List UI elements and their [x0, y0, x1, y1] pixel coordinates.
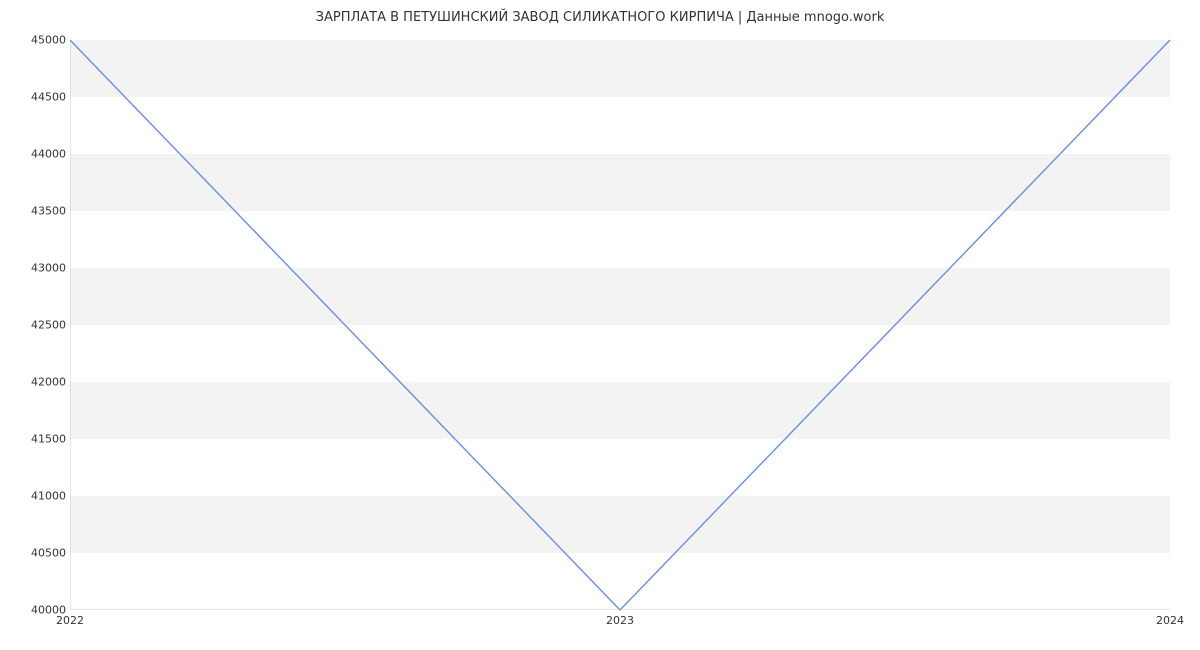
chart-container: ЗАРПЛАТА В ПЕТУШИНСКИЙ ЗАВОД СИЛИКАТНОГО…	[0, 0, 1200, 650]
x-tick-label: 2024	[1156, 614, 1184, 627]
y-tick-label: 45000	[6, 34, 66, 47]
y-tick-label: 44500	[6, 91, 66, 104]
y-tick-label: 44000	[6, 148, 66, 161]
y-tick-label: 42000	[6, 376, 66, 389]
y-tick-label: 43000	[6, 262, 66, 275]
chart-title: ЗАРПЛАТА В ПЕТУШИНСКИЙ ЗАВОД СИЛИКАТНОГО…	[0, 10, 1200, 25]
y-tick-label: 41500	[6, 433, 66, 446]
line-layer	[70, 40, 1170, 610]
y-axis-spine	[70, 40, 71, 610]
y-tick-label: 43500	[6, 205, 66, 218]
y-tick-label: 42500	[6, 319, 66, 332]
y-tick-label: 41000	[6, 490, 66, 503]
y-tick-label: 40500	[6, 547, 66, 560]
x-tick-label: 2023	[606, 614, 634, 627]
x-axis-spine	[70, 609, 1170, 610]
series-line	[70, 40, 1170, 610]
x-tick-label: 2022	[56, 614, 84, 627]
